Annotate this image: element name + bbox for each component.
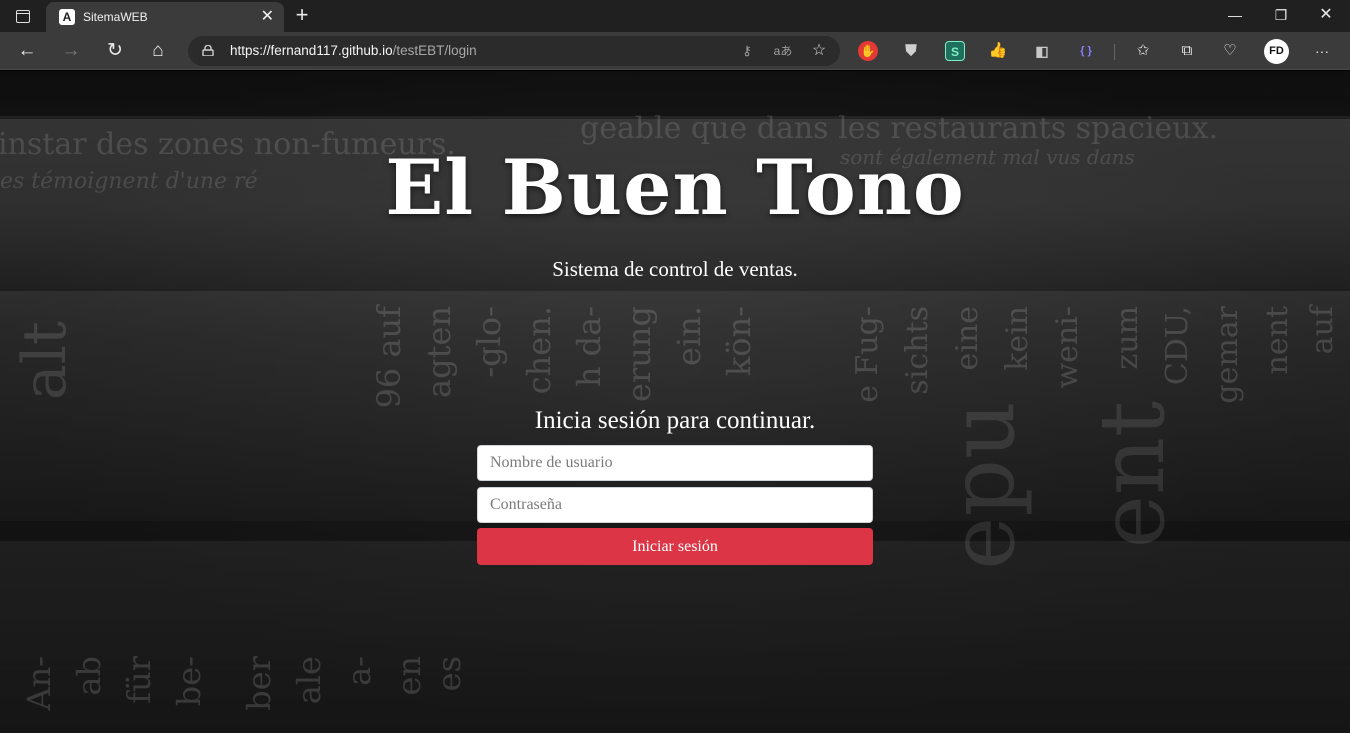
collections-icon[interactable]: ⧉ — [1176, 40, 1198, 62]
cookie-extension-icon[interactable]: ◧ — [1032, 41, 1052, 61]
tab-actions-icon[interactable] — [10, 6, 36, 26]
login-button[interactable]: Iniciar sesión — [477, 528, 873, 565]
window-close-icon[interactable]: ✕ — [1311, 4, 1341, 26]
reload-icon[interactable]: ↻ — [100, 36, 130, 66]
back-icon[interactable]: ← — [12, 36, 42, 66]
browser-essentials-icon[interactable]: ♡ — [1219, 40, 1241, 62]
url-text[interactable]: https://fernand117.github.io/testEBT/log… — [230, 43, 477, 58]
url-host: fernand117.github.io — [270, 43, 393, 58]
restore-icon[interactable]: ❐ — [1266, 4, 1296, 26]
password-field[interactable] — [477, 487, 873, 523]
tab-close-icon[interactable]: ✕ — [261, 8, 274, 26]
profile-avatar[interactable]: FD — [1264, 39, 1289, 64]
new-tab-icon[interactable]: + — [290, 3, 314, 27]
tab-title: SitemaWEB — [83, 10, 148, 24]
page-viewport: instar des zones non-fumeurs. geable que… — [0, 71, 1350, 733]
toolbar-divider — [1114, 44, 1115, 60]
brand-title: El Buen Tono — [385, 143, 965, 232]
braces-extension-icon[interactable]: { } — [1076, 41, 1096, 61]
adblock-extension-icon[interactable]: ✋ — [858, 41, 878, 61]
tagline: Sistema de control de ventas. — [552, 257, 798, 281]
username-field[interactable] — [477, 445, 873, 481]
read-aloud-icon[interactable]: aあ — [772, 41, 794, 61]
key-icon[interactable]: ⚷ — [736, 41, 758, 61]
favorites-icon[interactable]: ✩ — [1132, 40, 1154, 62]
lock-icon[interactable] — [202, 45, 214, 56]
thumb-extension-icon[interactable]: 👍 — [988, 41, 1008, 61]
more-menu-icon[interactable]: ··· — [1311, 40, 1333, 62]
tab-favicon-icon: A — [59, 9, 75, 25]
add-favorite-icon[interactable]: ☆ — [808, 41, 830, 61]
login-heading: Inicia sesión para continuar. — [534, 407, 816, 434]
url-path: /testEBT/login — [392, 43, 477, 58]
shield-extension-icon[interactable]: ⛊ — [901, 41, 921, 61]
browser-toolbar: ← → ↻ ⌂ https://fernand117.github.io/tes… — [0, 32, 1350, 70]
minimize-icon[interactable]: — — [1220, 4, 1250, 26]
s-extension-icon[interactable]: S — [945, 41, 965, 61]
home-icon[interactable]: ⌂ — [143, 36, 173, 66]
address-bar[interactable]: https://fernand117.github.io/testEBT/log… — [188, 36, 840, 66]
forward-icon[interactable]: → — [56, 36, 86, 66]
url-scheme: https:// — [230, 43, 271, 58]
browser-titlebar: A SitemaWEB ✕ + — ❐ ✕ — [0, 0, 1350, 32]
browser-tab[interactable]: A SitemaWEB ✕ — [46, 2, 284, 32]
